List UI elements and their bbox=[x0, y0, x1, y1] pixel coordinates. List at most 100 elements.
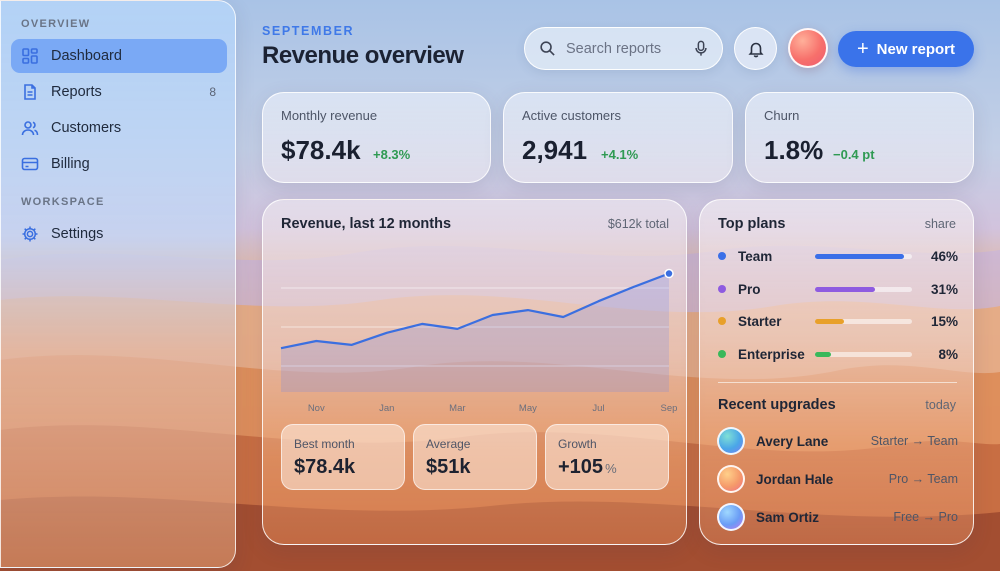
x-tick-label: Jan bbox=[379, 403, 394, 414]
sidebar-item-label: Billing bbox=[51, 156, 90, 172]
series-area bbox=[281, 273, 669, 392]
stat-best-month: Best month $78.4k bbox=[281, 424, 405, 490]
kpi-label: Active customers bbox=[522, 108, 621, 123]
plan-share-fill bbox=[815, 351, 831, 357]
sidebar-item-settings[interactable]: Settings bbox=[11, 217, 227, 251]
plans-meta: share bbox=[924, 217, 956, 231]
stat-number: $51k bbox=[426, 456, 471, 478]
plan-percent: 15% bbox=[930, 313, 958, 329]
kpi-label: Monthly revenue bbox=[281, 108, 378, 123]
page-kicker: SEPTEMBER bbox=[262, 24, 355, 38]
plan-share-fill bbox=[815, 318, 845, 324]
stat-average: Average $51k bbox=[413, 424, 537, 490]
users-icon bbox=[21, 121, 39, 136]
kpi-value: $78.4k bbox=[281, 135, 361, 165]
x-tick-label: Jul bbox=[592, 403, 604, 414]
upgrades-title: Recent upgrades bbox=[718, 397, 836, 413]
plan-row-pro: Pro 31% bbox=[718, 279, 958, 299]
search-icon bbox=[540, 41, 555, 56]
sidebar-item-label: Customers bbox=[51, 120, 122, 136]
plan-share-bar bbox=[815, 318, 912, 324]
plan-share-bar bbox=[815, 253, 912, 259]
x-tick-label: Sep bbox=[661, 403, 678, 414]
sidebar: OVERVIEW Dashboard Reports 8 Customers B… bbox=[0, 0, 236, 568]
kpi-card-churn: Churn 1.8% −0.4 pt bbox=[745, 92, 974, 183]
kpi-card-monthly-revenue: Monthly revenue $78.4k +8.3% bbox=[262, 92, 491, 183]
sidebar-item-label: Settings bbox=[51, 226, 104, 242]
kpi-value: 2,941 bbox=[522, 135, 588, 165]
new-report-button[interactable]: + New report bbox=[838, 31, 974, 67]
x-tick-label: May bbox=[519, 403, 537, 414]
x-tick-label: Mar bbox=[449, 403, 465, 414]
legend-dot bbox=[718, 317, 726, 325]
plan-percent: 31% bbox=[930, 281, 958, 297]
upgrade-row[interactable]: Sam Ortiz Free → Pro bbox=[717, 502, 958, 532]
microphone-icon[interactable] bbox=[694, 40, 708, 57]
stat-label: Average bbox=[426, 437, 471, 451]
legend-dot bbox=[718, 285, 726, 293]
sidebar-item-reports[interactable]: Reports 8 bbox=[11, 75, 227, 109]
dashboard-icon bbox=[22, 48, 38, 64]
plan-percent: 46% bbox=[930, 248, 958, 264]
stat-unit: % bbox=[605, 461, 617, 476]
sidebar-item-label: Dashboard bbox=[51, 48, 122, 64]
avatar bbox=[717, 465, 745, 493]
page-title: Revenue overview bbox=[262, 42, 464, 69]
reports-count-badge: 8 bbox=[209, 85, 216, 99]
x-tick-label: Nov bbox=[308, 403, 325, 414]
upgrade-customer-name: Sam Ortiz bbox=[756, 509, 820, 525]
upgrade-row[interactable]: Jordan Hale Pro → Team bbox=[717, 464, 958, 494]
kpi-delta: +8.3% bbox=[373, 147, 411, 162]
plan-share-bar bbox=[815, 351, 912, 357]
plan-share-fill bbox=[815, 253, 905, 259]
stat-value: +105% bbox=[558, 456, 617, 479]
document-icon bbox=[24, 84, 36, 100]
upgrade-customer-name: Avery Lane bbox=[756, 433, 829, 449]
bell-icon bbox=[747, 42, 764, 57]
divider bbox=[718, 382, 957, 383]
plan-name: Enterprise bbox=[738, 346, 805, 362]
kpi-card-active-customers: Active customers 2,941 +4.1% bbox=[503, 92, 733, 183]
user-avatar[interactable] bbox=[788, 28, 828, 68]
upgrade-change: Free → Pro bbox=[893, 510, 958, 524]
search-bar[interactable] bbox=[524, 27, 723, 70]
sidebar-item-billing[interactable]: Billing bbox=[11, 147, 227, 181]
plan-name: Starter bbox=[738, 313, 782, 329]
sidebar-item-customers[interactable]: Customers bbox=[11, 111, 227, 145]
plan-row-enterprise: Enterprise 8% bbox=[718, 344, 958, 364]
stat-number: +105 bbox=[558, 456, 604, 478]
legend-dot bbox=[718, 350, 726, 358]
plan-percent: 8% bbox=[938, 346, 958, 362]
plan-name: Pro bbox=[738, 281, 761, 297]
stat-label: Growth bbox=[558, 437, 597, 451]
avatar bbox=[717, 427, 745, 455]
kpi-delta: −0.4 pt bbox=[833, 147, 875, 162]
upgrade-change: Starter → Team bbox=[870, 434, 958, 448]
sidebar-item-dashboard[interactable]: Dashboard bbox=[11, 39, 227, 73]
notifications-button[interactable] bbox=[734, 27, 777, 70]
plans-card: Top plans share Team 46% Pro 31% Starter… bbox=[699, 199, 974, 545]
kpi-delta: +4.1% bbox=[601, 147, 639, 162]
section-label-workspace: WORKSPACE bbox=[21, 196, 105, 208]
stat-growth: Growth +105% bbox=[545, 424, 669, 490]
upgrade-row[interactable]: Avery Lane Starter → Team bbox=[717, 426, 958, 456]
section-label-overview: OVERVIEW bbox=[21, 18, 91, 30]
data-point-latest[interactable] bbox=[664, 268, 674, 279]
stat-number: $78.4k bbox=[294, 456, 356, 478]
plan-row-team: Team 46% bbox=[718, 246, 958, 266]
stat-label: Best month bbox=[294, 437, 355, 451]
sidebar-item-label: Reports bbox=[51, 84, 102, 100]
upgrade-customer-name: Jordan Hale bbox=[756, 471, 834, 487]
plan-share-bar bbox=[815, 286, 912, 292]
upgrades-meta: today bbox=[925, 398, 956, 412]
search-input[interactable] bbox=[566, 40, 686, 57]
kpi-value: 1.8% bbox=[764, 135, 824, 165]
plan-row-starter: Starter 15% bbox=[718, 311, 958, 331]
plus-icon: + bbox=[856, 38, 869, 60]
upgrade-change: Pro → Team bbox=[888, 472, 958, 486]
legend-dot bbox=[718, 252, 726, 260]
gear-icon bbox=[22, 226, 38, 242]
stat-value: $78.4k bbox=[294, 456, 357, 479]
plan-share-fill bbox=[815, 286, 876, 292]
revenue-chart-card: Revenue, last 12 months $612k total Nov J… bbox=[262, 199, 687, 545]
